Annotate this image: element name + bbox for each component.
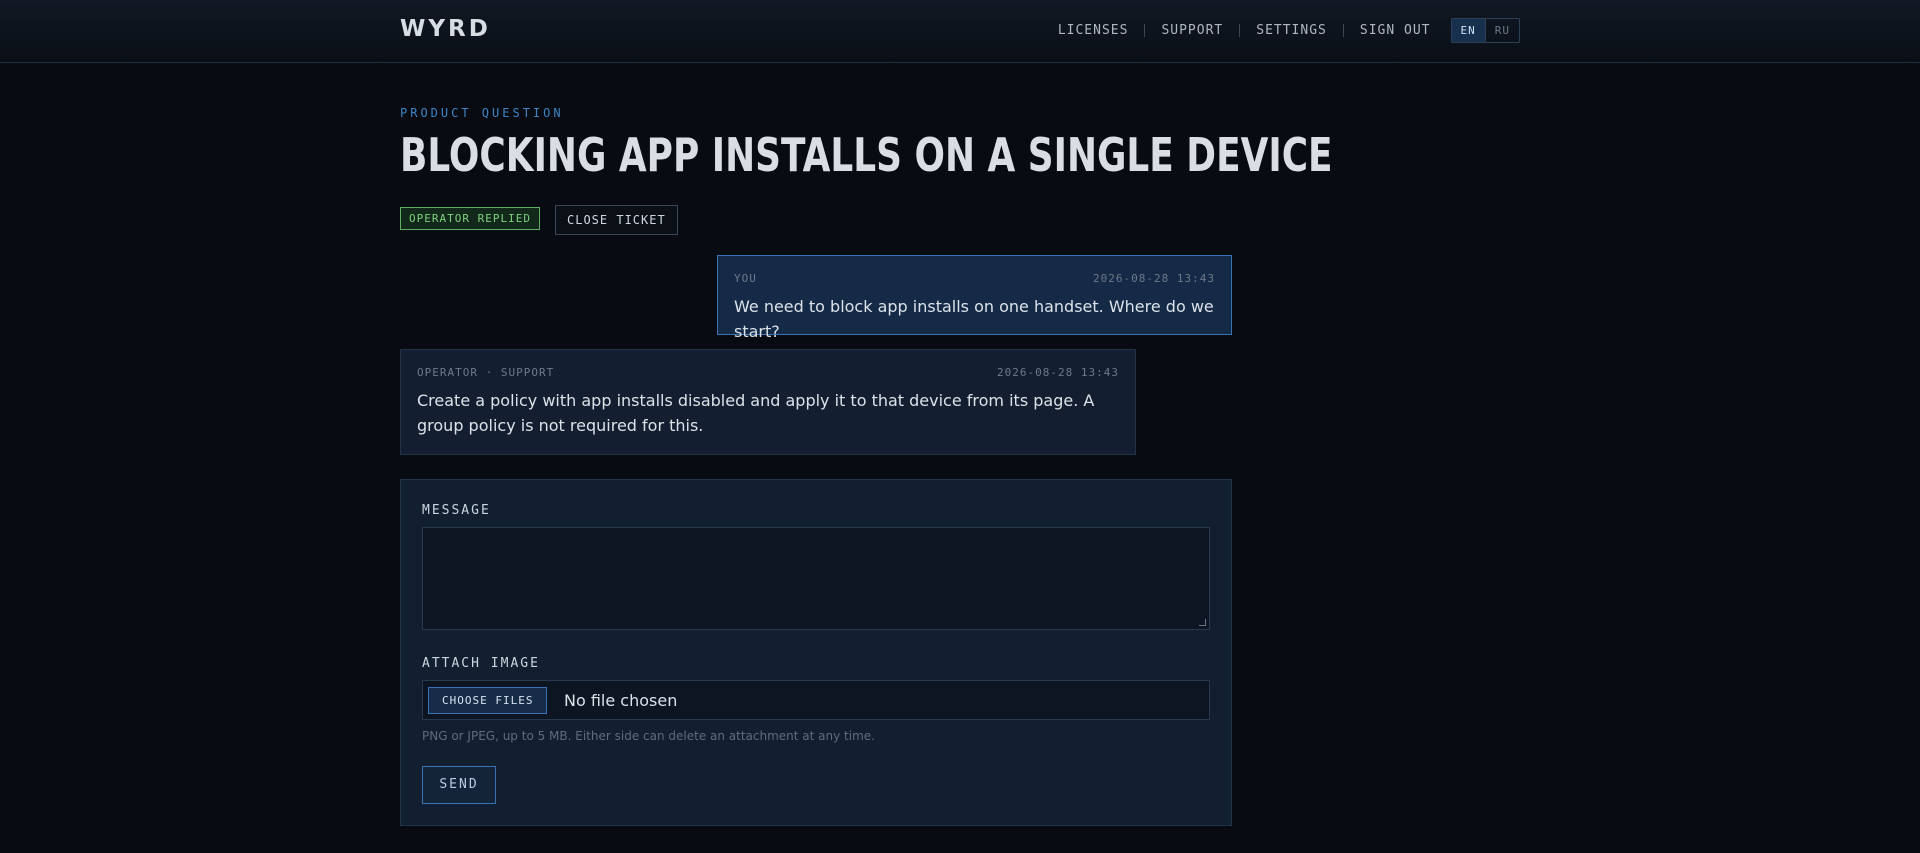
lang-option-en[interactable]: EN xyxy=(1451,19,1485,42)
choose-files-button[interactable]: CHOOSE FILES xyxy=(428,687,548,714)
brand-logo[interactable]: WYRD xyxy=(400,16,491,42)
attachment-hint: PNG or JPEG, up to 5 MB. Either side can… xyxy=(422,729,875,743)
nav-link-support[interactable]: SUPPORT xyxy=(1161,23,1223,38)
message-timestamp: 2026-08-28 13:43 xyxy=(997,366,1119,379)
message-header: OPERATOR · SUPPORT 2026-08-28 13:43 xyxy=(417,366,1119,379)
file-status-text: No file chosen xyxy=(564,691,678,710)
top-navigation-bar: WYRD LICENSES SUPPORT SETTINGS SIGN OUT … xyxy=(0,0,1920,63)
message-timestamp: 2026-08-28 13:43 xyxy=(1093,272,1215,285)
message-label: MESSAGE xyxy=(422,503,491,518)
status-badge: OPERATOR REPLIED xyxy=(400,207,540,230)
message-header: YOU 2026-08-28 13:43 xyxy=(734,272,1215,285)
message-textarea[interactable] xyxy=(423,528,1209,629)
nav-divider xyxy=(1342,24,1344,37)
page-title: BLOCKING APP INSTALLS ON A SINGLE DEVICE xyxy=(400,128,1333,182)
nav-divider xyxy=(1239,24,1241,37)
nav-link-settings[interactable]: SETTINGS xyxy=(1256,23,1327,38)
language-switcher: EN RU xyxy=(1450,18,1520,43)
message-bubble-user: YOU 2026-08-28 13:43 We need to block ap… xyxy=(717,255,1232,341)
send-button[interactable]: SEND xyxy=(422,766,496,804)
message-body: Create a policy with app installs disabl… xyxy=(417,391,1095,435)
main-nav: LICENSES SUPPORT SETTINGS SIGN OUT EN RU xyxy=(1058,18,1520,43)
reply-form: MESSAGE ATTACH IMAGE CHOOSE FILES No fil… xyxy=(400,479,1232,826)
nav-divider xyxy=(1144,24,1146,37)
message-body: We need to block app installs on one han… xyxy=(734,297,1214,341)
resize-handle-icon[interactable] xyxy=(1199,619,1206,626)
file-input[interactable]: CHOOSE FILES No file chosen xyxy=(422,680,1210,720)
message-bubble-operator: OPERATOR · SUPPORT 2026-08-28 13:43 Crea… xyxy=(400,349,1136,455)
ticket-category: PRODUCT QUESTION xyxy=(400,106,564,120)
nav-link-licenses[interactable]: LICENSES xyxy=(1058,23,1129,38)
message-author: OPERATOR · SUPPORT xyxy=(417,366,555,379)
nav-link-sign-out[interactable]: SIGN OUT xyxy=(1360,23,1431,38)
lang-option-ru[interactable]: RU xyxy=(1484,19,1519,42)
message-author: YOU xyxy=(734,272,757,285)
attach-image-label: ATTACH IMAGE xyxy=(422,656,540,671)
close-ticket-button[interactable]: CLOSE TICKET xyxy=(555,205,678,235)
message-textarea-wrap xyxy=(422,527,1210,630)
